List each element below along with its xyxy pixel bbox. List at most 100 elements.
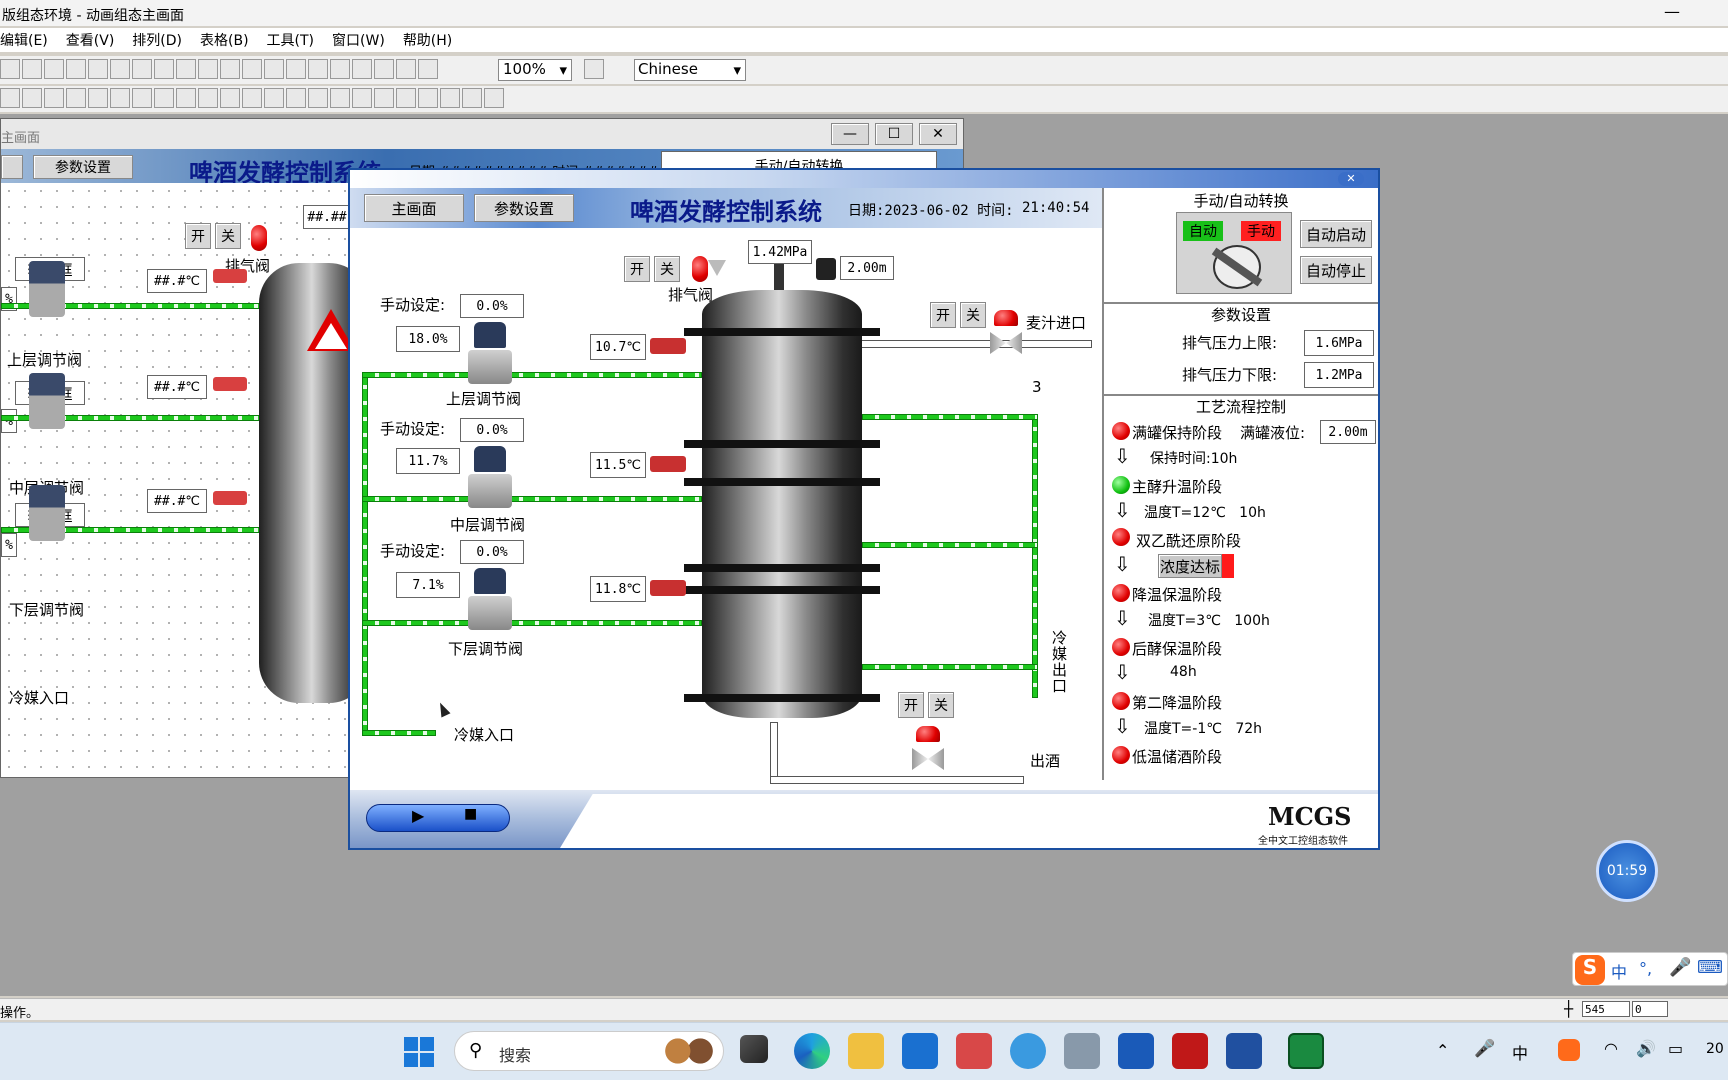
tool-icon[interactable] [286,88,306,108]
p-high-input[interactable]: 1.6MPa [1304,330,1374,356]
punctuation-icon[interactable]: °, [1639,959,1652,978]
auto-start-button[interactable]: 自动启动 [1300,220,1372,248]
chat-icon[interactable] [1010,1033,1046,1069]
task-view-icon[interactable] [740,1035,768,1063]
outlet-close-button[interactable]: 关 [928,692,954,718]
tool-icon[interactable] [220,59,240,79]
menu-table[interactable]: 表格(B) [200,30,249,50]
windows-start-icon[interactable] [404,1037,434,1067]
tool-icon[interactable] [308,59,328,79]
exhaust-open-button[interactable]: 开 [624,256,650,282]
tool-icon[interactable] [176,88,196,108]
microphone-icon[interactable]: 🎤 [1474,1039,1495,1059]
tool-icon[interactable] [132,88,152,108]
tool-icon[interactable] [88,59,108,79]
tool-icon[interactable] [110,88,130,108]
tool-icon[interactable] [0,59,20,79]
tool-icon[interactable] [176,59,196,79]
taskbar-search[interactable]: ⚲ 搜索 [454,1031,724,1071]
outlet-open-button[interactable]: 开 [898,692,924,718]
tool-icon[interactable] [308,88,328,108]
tool-icon[interactable] [374,88,394,108]
minimize-icon[interactable]: — [1664,2,1680,21]
bg-open-button[interactable]: 开 [185,223,211,249]
clock-year[interactable]: 20 [1706,1041,1724,1057]
menu-window[interactable]: 窗口(W) [332,30,385,50]
tool-icon[interactable] [44,88,64,108]
store-icon[interactable] [902,1033,938,1069]
tool-icon[interactable] [330,59,350,79]
bg-close-button[interactable]: 关 [215,223,241,249]
mcgs-editor-icon[interactable] [1064,1033,1100,1069]
tool-icon[interactable] [418,59,438,79]
minimize-icon[interactable]: — [831,123,869,145]
tool-icon[interactable] [44,59,64,79]
wort-open-button[interactable]: 开 [930,302,956,328]
tool-icon[interactable] [242,59,262,79]
tool-icon[interactable] [264,59,284,79]
sogou-tray-icon[interactable] [1558,1039,1580,1061]
app-icon[interactable] [956,1033,992,1069]
zoom-select[interactable]: 100% ▾ [498,59,572,81]
battery-icon[interactable]: ▭ [1668,1039,1683,1058]
auto-stop-button[interactable]: 自动停止 [1300,256,1372,284]
stop-icon[interactable]: ■ [464,806,477,822]
concentration-ok-button[interactable]: 浓度达标 [1158,554,1222,578]
params-button[interactable]: 参数设置 [474,194,574,222]
tool-icon[interactable] [66,88,86,108]
menu-tools[interactable]: 工具(T) [267,30,314,50]
language-select[interactable]: Chinese ▾ [634,59,746,81]
tool-icon[interactable] [198,88,218,108]
tool-icon[interactable] [154,59,174,79]
tool-icon[interactable] [418,88,438,108]
tool-icon[interactable] [0,88,20,108]
tool-icon[interactable] [374,59,394,79]
tool-icon[interactable] [330,88,350,108]
close-icon[interactable]: ✕ [919,123,957,145]
tool-icon[interactable] [352,88,372,108]
tool-icon[interactable] [584,59,604,79]
ime-mode[interactable]: 中 [1611,959,1627,983]
ime-toolbar[interactable]: S 中 °, 🎤 ⌨ [1572,952,1728,986]
menu-view[interactable]: 查看(V) [66,30,115,50]
microphone-icon[interactable]: 🎤 [1669,957,1691,978]
tool-icon[interactable] [132,59,152,79]
file-explorer-icon[interactable] [848,1033,884,1069]
tool-icon[interactable] [154,88,174,108]
close-icon[interactable]: ✕ [1338,172,1364,186]
tool-icon[interactable] [396,88,416,108]
run-window[interactable]: ✕ 主画面 参数设置 啤酒发酵控制系统 日期:2023-06-02 时间: 21… [348,168,1380,850]
manual-setpoint-input[interactable]: 0.0% [460,294,524,318]
volume-icon[interactable]: 🔊 [1636,1039,1656,1058]
timer-bubble[interactable]: 01:59 [1596,840,1658,902]
tool-icon[interactable] [220,88,240,108]
word-icon[interactable] [1118,1033,1154,1069]
manual-setpoint-input[interactable]: 0.0% [460,540,524,564]
tool-icon[interactable] [22,88,42,108]
acrobat-icon[interactable] [1172,1033,1208,1069]
tool-icon[interactable] [484,88,504,108]
chevron-up-icon[interactable]: ⌃ [1436,1041,1449,1060]
play-icon[interactable]: ▶ [412,806,424,825]
mcgs-run-icon[interactable] [1288,1033,1324,1069]
tool-icon[interactable] [66,59,86,79]
keyboard-icon[interactable]: ⌨ [1697,957,1723,978]
main-screen-button[interactable]: 主画面 [364,194,464,222]
tool-icon[interactable] [440,88,460,108]
ime-icon[interactable]: 中 [1512,1040,1528,1064]
tool-icon[interactable] [88,88,108,108]
tool-icon[interactable] [22,59,42,79]
tool-icon[interactable] [198,59,218,79]
manual-setpoint-input[interactable]: 0.0% [460,418,524,442]
edge-icon[interactable] [794,1033,830,1069]
mode-switch[interactable]: 自动 手动 [1176,212,1292,294]
tool-icon[interactable] [396,59,416,79]
menu-arrange[interactable]: 排列(D) [132,30,182,50]
tool-icon[interactable] [352,59,372,79]
tool-icon[interactable] [242,88,262,108]
maximize-icon[interactable]: ☐ [875,123,913,145]
bg-btn-main[interactable] [1,155,23,179]
menu-edit[interactable]: 编辑(E) [0,30,48,50]
wifi-icon[interactable]: ◠ [1604,1039,1618,1058]
menu-help[interactable]: 帮助(H) [403,30,452,50]
